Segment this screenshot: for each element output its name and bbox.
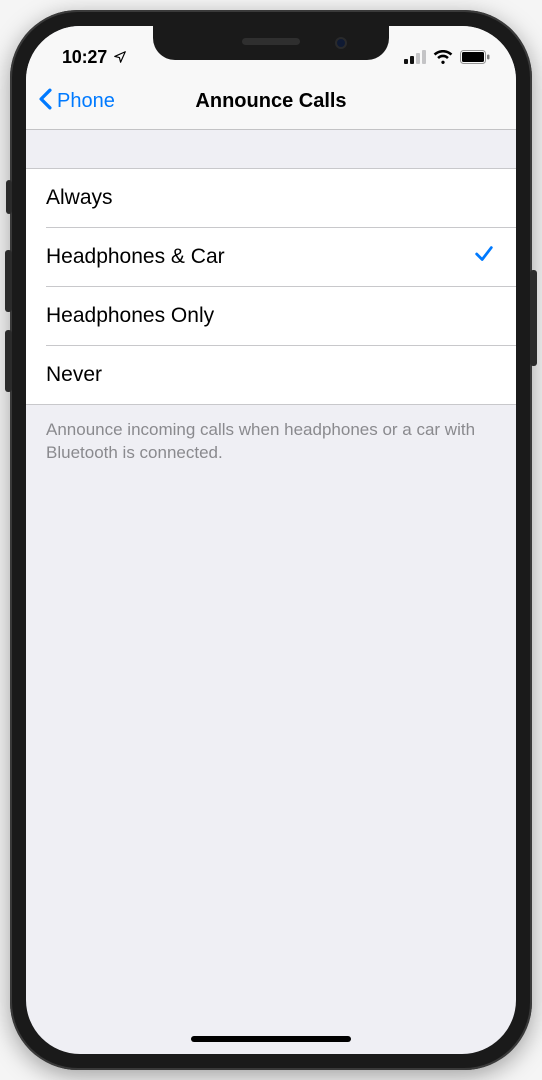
home-indicator[interactable] <box>191 1036 351 1042</box>
volume-up-button <box>5 250 12 312</box>
screen: 10:27 <box>26 26 516 1054</box>
option-label: Headphones Only <box>46 304 214 328</box>
volume-down-button <box>5 330 12 392</box>
option-label: Never <box>46 363 102 387</box>
option-label: Headphones & Car <box>46 245 225 269</box>
footer-description: Announce incoming calls when headphones … <box>26 405 516 465</box>
status-time: 10:27 <box>62 47 107 68</box>
iphone-device-frame: 10:27 <box>10 10 532 1070</box>
option-never[interactable]: Never <box>26 346 516 404</box>
announce-calls-options-list: Always Headphones & Car Headphones Only … <box>26 168 516 405</box>
wifi-icon <box>433 50 453 64</box>
battery-icon <box>460 50 490 64</box>
group-spacer <box>26 130 516 168</box>
back-button-label: Phone <box>57 90 115 113</box>
cellular-signal-icon <box>404 50 426 64</box>
option-headphones-only[interactable]: Headphones Only <box>26 287 516 345</box>
status-right <box>404 50 490 64</box>
back-button[interactable]: Phone <box>38 88 115 116</box>
front-camera <box>335 37 347 49</box>
location-services-icon <box>113 50 127 64</box>
power-button <box>530 270 537 366</box>
chevron-left-icon <box>38 88 53 116</box>
checkmark-icon <box>472 243 496 271</box>
notch <box>153 26 389 60</box>
status-left: 10:27 <box>62 47 127 68</box>
option-always[interactable]: Always <box>26 169 516 227</box>
navigation-bar: Phone Announce Calls <box>26 74 516 130</box>
speaker-grille <box>242 38 300 45</box>
mute-switch <box>6 180 12 214</box>
option-headphones-and-car[interactable]: Headphones & Car <box>26 228 516 286</box>
option-label: Always <box>46 186 113 210</box>
